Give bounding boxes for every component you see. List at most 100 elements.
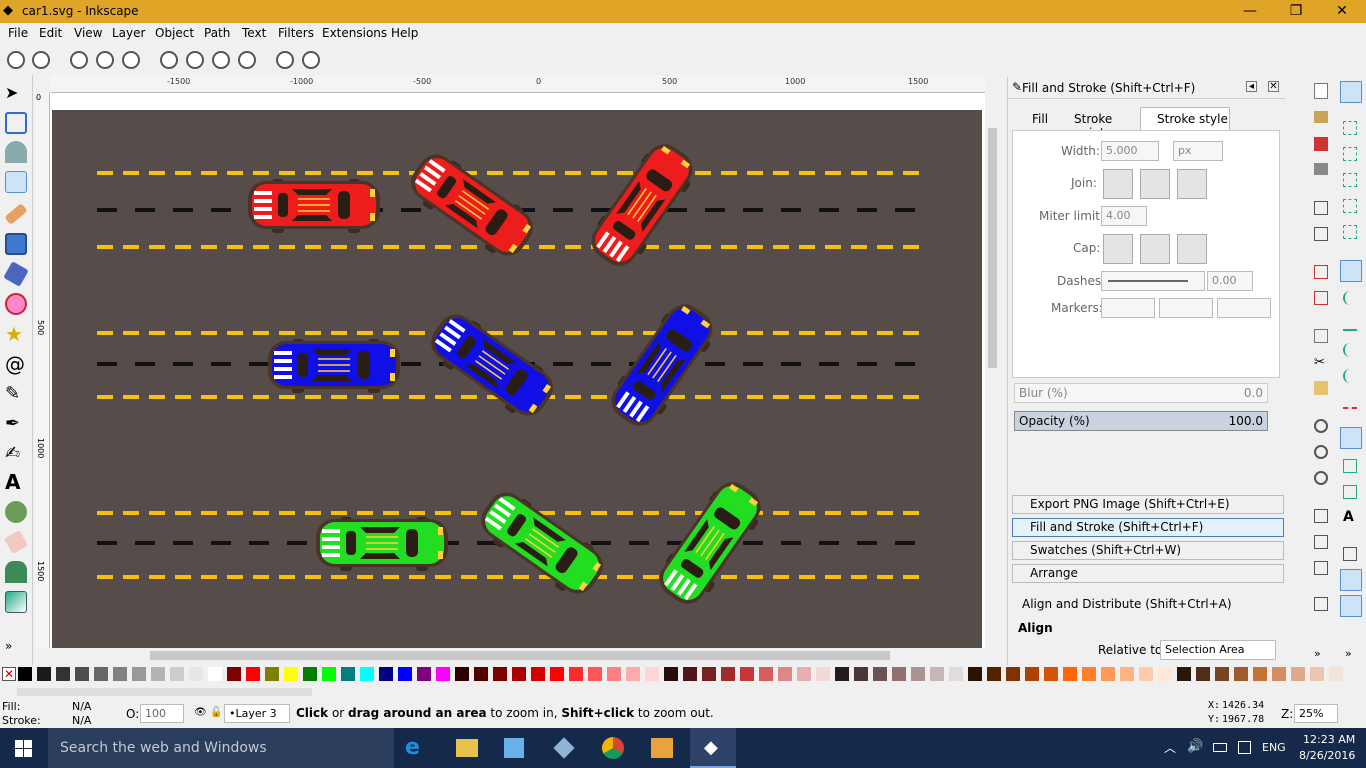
menu-layer[interactable]: Layer (112, 26, 145, 40)
color-swatch[interactable] (987, 667, 1001, 681)
more-tools-icon[interactable]: » (5, 639, 27, 661)
color-swatch[interactable] (892, 667, 906, 681)
start-marker-select[interactable] (1101, 298, 1155, 318)
horizontal-scrollbar[interactable] (50, 648, 985, 663)
export-png-panel[interactable]: Export PNG Image (Shift+Ctrl+E) (1012, 495, 1284, 514)
zoom-in-icon[interactable] (7, 51, 25, 69)
color-swatch[interactable] (1291, 667, 1305, 681)
3d-box-tool-icon[interactable] (3, 261, 29, 287)
arrange-panel[interactable]: Arrange (1012, 564, 1284, 583)
color-swatch[interactable] (550, 667, 564, 681)
undo-icon[interactable] (1314, 265, 1328, 279)
snap-grid-icon[interactable] (1340, 569, 1362, 591)
color-swatch[interactable] (1101, 667, 1115, 681)
color-swatch[interactable] (1234, 667, 1248, 681)
color-swatch[interactable] (379, 667, 393, 681)
status-opacity-input[interactable]: 100 (140, 704, 184, 723)
color-swatch[interactable] (1063, 667, 1077, 681)
blur-slider[interactable]: Blur (%) 0.0 (1014, 383, 1268, 403)
zoom-page-side-icon[interactable] (1314, 471, 1328, 485)
zoom-previous-icon[interactable] (276, 51, 294, 69)
dash-offset-input[interactable]: 0.00 (1207, 271, 1253, 291)
color-swatch[interactable] (512, 667, 526, 681)
store-cube-icon[interactable] (553, 737, 575, 759)
current-layer-select[interactable]: •Layer 3 (224, 704, 290, 723)
menu-text[interactable]: Text (242, 26, 266, 40)
color-swatch[interactable] (1215, 667, 1229, 681)
color-swatch[interactable] (398, 667, 412, 681)
menu-edit[interactable]: Edit (39, 26, 62, 40)
opacity-slider[interactable]: Opacity (%) 100.0 (1014, 411, 1268, 431)
calligraphy-tool-icon[interactable]: ✍ (5, 443, 27, 465)
width-input[interactable]: 5.000 (1101, 141, 1159, 161)
end-marker-select[interactable] (1217, 298, 1271, 318)
notifications-icon[interactable] (1238, 741, 1251, 754)
eraser-tool-icon[interactable] (3, 529, 29, 555)
zoom-drawing-side-icon[interactable] (1314, 445, 1328, 459)
selector-tool-icon[interactable]: ➤ (5, 83, 27, 105)
zoom-drawing-icon[interactable] (186, 51, 204, 69)
cap-square-button[interactable] (1177, 234, 1207, 264)
zoom-input[interactable]: 25% (1294, 704, 1338, 723)
color-swatch[interactable] (740, 667, 754, 681)
dash-pattern-select[interactable] (1101, 271, 1205, 291)
panel-close-icon[interactable]: ✕ (1268, 81, 1279, 92)
rectangle-tool-icon[interactable] (5, 233, 27, 255)
color-swatch[interactable] (417, 667, 431, 681)
snap-midpoint-icon[interactable] (1343, 395, 1357, 409)
more-commands-icon[interactable]: » (1314, 647, 1321, 660)
color-swatch[interactable] (18, 667, 32, 681)
color-swatch[interactable] (265, 667, 279, 681)
gradient-tool-icon[interactable] (5, 591, 27, 613)
color-swatch[interactable] (721, 667, 735, 681)
menu-filters[interactable]: Filters (278, 26, 314, 40)
clock-time[interactable]: 12:23 AM (1303, 733, 1355, 746)
color-swatch[interactable] (816, 667, 830, 681)
snap-page-border-icon[interactable] (1343, 547, 1357, 561)
edge-icon[interactable]: e (405, 736, 431, 760)
menu-object[interactable]: Object (155, 26, 194, 40)
clock-date[interactable]: 8/26/2016 (1299, 749, 1355, 762)
media-app-icon[interactable] (504, 738, 524, 758)
more-snap-icon[interactable]: » (1345, 647, 1352, 660)
snap-bbox-center-icon[interactable] (1343, 225, 1357, 239)
layer-lock-icon[interactable]: 🔓 (210, 707, 222, 718)
color-swatch[interactable] (151, 667, 165, 681)
color-swatch[interactable] (797, 667, 811, 681)
minimize-button[interactable]: — (1227, 0, 1273, 23)
color-swatch[interactable] (455, 667, 469, 681)
paint-bucket-tool-icon[interactable] (5, 561, 27, 583)
tray-chevron-icon[interactable]: ︿ (1164, 739, 1176, 756)
color-swatch[interactable] (664, 667, 678, 681)
color-swatch[interactable] (303, 667, 317, 681)
snap-guide-icon[interactable] (1340, 595, 1362, 617)
taskbar-search-box[interactable]: Search the web and Windows (48, 728, 394, 768)
close-button[interactable]: ✕ (1319, 0, 1365, 23)
color-swatch[interactable] (474, 667, 488, 681)
mid-marker-select[interactable] (1159, 298, 1213, 318)
color-swatch[interactable] (683, 667, 697, 681)
zoom-1-2-icon[interactable] (96, 51, 114, 69)
redo-icon[interactable] (1314, 291, 1328, 305)
tab-stroke-style[interactable]: Stroke style (1140, 107, 1230, 131)
unlink-clone-icon[interactable] (1314, 561, 1328, 575)
fill-stroke-collapsed-panel[interactable]: Fill and Stroke (Shift+Ctrl+F) (1012, 518, 1284, 537)
color-swatch[interactable] (854, 667, 868, 681)
zoom-page-icon[interactable] (212, 51, 230, 69)
open-icon[interactable] (1314, 111, 1328, 123)
color-swatch[interactable] (208, 667, 222, 681)
scroll-thumb[interactable] (150, 651, 890, 660)
clone-icon[interactable] (1314, 535, 1328, 549)
cut-icon[interactable]: ✂ (1314, 355, 1325, 370)
snap-bbox-midpoint-icon[interactable] (1343, 199, 1357, 213)
video-app-icon[interactable] (651, 738, 673, 758)
zoom-selection-icon[interactable] (160, 51, 178, 69)
zoom-next-icon[interactable] (302, 51, 320, 69)
color-swatch[interactable] (37, 667, 51, 681)
color-swatch[interactable] (75, 667, 89, 681)
pen-tool-icon[interactable]: ✒ (5, 413, 27, 435)
menu-view[interactable]: View (74, 26, 102, 40)
tab-fill[interactable]: Fill (1012, 109, 1054, 129)
color-swatch[interactable] (227, 667, 241, 681)
zoom-selection-side-icon[interactable] (1314, 419, 1328, 433)
